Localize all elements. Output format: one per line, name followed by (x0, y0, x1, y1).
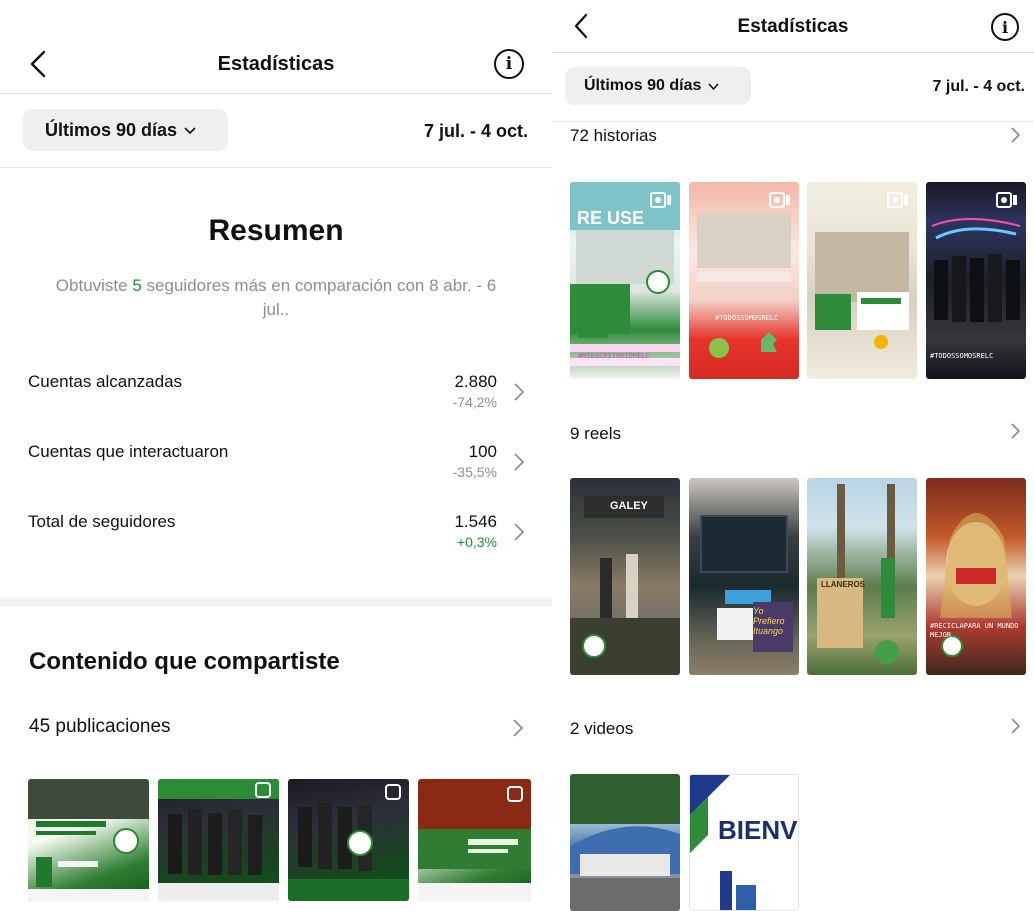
chevron-down-icon (708, 82, 719, 90)
video-camera-icon (887, 192, 908, 208)
info-icon: i (1001, 17, 1009, 37)
header-divider (552, 52, 1034, 53)
metric-change: +0,3% (456, 534, 497, 550)
video-thumbnail[interactable]: BIENV (689, 774, 799, 911)
top-bar: Estadísticas i (0, 44, 552, 84)
back-button[interactable] (24, 50, 52, 78)
content-insights-screen: Estadísticas i Últimos 90 días 7 jul. - … (552, 0, 1034, 911)
chevron-right-icon[interactable] (1010, 422, 1021, 440)
header-divider (0, 93, 552, 94)
reel-overlay-text: LLANEROS (821, 580, 865, 589)
reel-thumbnail[interactable]: LLANEROS (807, 478, 917, 675)
summary-text-after: seguidores más en comparación con 8 abr.… (141, 276, 497, 319)
summary-text: Obtuviste 5 seguidores más en comparació… (50, 274, 502, 322)
story-thumbnail[interactable]: #TODOSSOMOSRELC (689, 182, 799, 379)
posts-count-link[interactable]: 45 publicaciones (29, 716, 171, 738)
post-thumbnail[interactable] (418, 779, 531, 901)
top-bar: Estadísticas i (552, 8, 1034, 46)
chevron-down-icon (184, 127, 196, 135)
story-thumbnail[interactable]: #TODOSSOMOSRELC (926, 182, 1026, 379)
date-range-selector[interactable]: Últimos 90 días (565, 67, 751, 105)
video-camera-icon (996, 192, 1017, 208)
info-icon: i (505, 54, 513, 74)
date-range-selector[interactable]: Últimos 90 días (23, 109, 228, 151)
date-range-label: Últimos 90 días (45, 119, 178, 140)
chevron-right-icon[interactable] (1010, 126, 1021, 144)
reels-count-link[interactable]: 9 reels (570, 424, 621, 444)
page-title: Estadísticas (217, 52, 335, 75)
date-range-label: Últimos 90 días (584, 77, 702, 94)
section-divider (0, 598, 552, 606)
story-thumbnail[interactable] (807, 182, 917, 379)
info-button[interactable]: i (991, 13, 1019, 41)
back-button[interactable] (568, 12, 594, 40)
story-graphic (697, 212, 791, 358)
chevron-right-icon[interactable] (512, 718, 524, 738)
story-hashtag: #MIESCRITORIORELC (578, 352, 650, 360)
reel-thumbnail[interactable]: #RECICLAPARA UN MUNDO MEJOR (926, 478, 1026, 675)
post-graphic (418, 779, 531, 901)
chevron-right-icon[interactable] (1010, 717, 1021, 735)
reel-thumbnail[interactable]: GALEY (570, 478, 680, 675)
metric-label: Cuentas alcanzadas (28, 372, 183, 391)
video-overlay-text: BIENV (718, 815, 798, 845)
story-graphic (931, 218, 1021, 322)
video-camera-icon (650, 192, 671, 208)
post-thumbnail[interactable] (288, 779, 409, 901)
video-camera-icon (769, 192, 790, 208)
followers-gained-count: 5 (132, 276, 142, 295)
content-title: Contenido que compartiste (29, 648, 340, 675)
date-range-text: 7 jul. - 4 oct. (423, 121, 528, 141)
story-hashtag: #TODOSSOMOSRELC (930, 352, 994, 360)
chevron-right-icon (514, 523, 525, 541)
summary-title: Resumen (208, 214, 344, 247)
video-thumbnail[interactable] (570, 774, 680, 911)
metric-row-accounts-reached[interactable]: Cuentas alcanzadas 2.880 -74,2% (28, 372, 528, 422)
reel-thumbnail[interactable]: Yo Prefiero Ituango (689, 478, 799, 675)
metric-row-total-followers[interactable]: Total de seguidores 1.546 +0,3% (28, 512, 528, 562)
post-graphic (288, 784, 409, 901)
metric-label: Total de seguidores (28, 512, 176, 531)
story-overlay-text: RE USE (577, 208, 645, 228)
video-graphic (570, 774, 680, 911)
reel-overlay-text: Yo Prefiero Ituango (753, 606, 785, 636)
metric-change: -35,5% (452, 464, 497, 480)
videos-count-link[interactable]: 2 videos (570, 719, 633, 739)
post-graphic (28, 779, 149, 901)
post-graphic (158, 779, 279, 901)
chevron-left-icon (574, 13, 588, 39)
metric-row-accounts-engaged[interactable]: Cuentas que interactuaron 100 -35,5% (28, 442, 528, 492)
reel-overlay-text: GALEY (610, 500, 648, 512)
reel-graphic (817, 484, 899, 664)
metric-label: Cuentas que interactuaron (28, 442, 229, 461)
story-thumbnail[interactable]: RE USE #MIESCRITORIORELC (570, 182, 680, 379)
metric-value: 100 (468, 442, 497, 461)
chevron-left-icon (30, 50, 46, 78)
post-thumbnail[interactable] (28, 779, 149, 901)
chevron-right-icon (514, 453, 525, 471)
reel-overlay-text: #RECICLAPARA UN MUNDO MEJOR (930, 622, 1019, 639)
summary-text-before: Obtuviste (55, 276, 133, 295)
reel-graphic (940, 513, 1012, 657)
page-title: Estadísticas (737, 16, 849, 37)
range-divider (0, 167, 552, 168)
chevron-right-icon (514, 383, 525, 401)
info-button[interactable]: i (494, 49, 524, 79)
range-divider (552, 121, 1034, 122)
metric-change: -74,2% (452, 394, 497, 410)
insights-overview-screen: Estadísticas i Últimos 90 días 7 jul. - … (0, 0, 552, 911)
story-hashtag: #TODOSSOMOSRELC (715, 314, 779, 322)
stories-count-link[interactable]: 72 historias (570, 126, 657, 146)
post-thumbnail[interactable] (158, 779, 279, 901)
reel-graphic (700, 515, 793, 652)
metric-value: 2.880 (454, 372, 497, 391)
story-graphic (815, 232, 909, 349)
metric-value: 1.546 (454, 512, 497, 531)
date-range-text: 7 jul. - 4 oct. (932, 78, 1025, 95)
